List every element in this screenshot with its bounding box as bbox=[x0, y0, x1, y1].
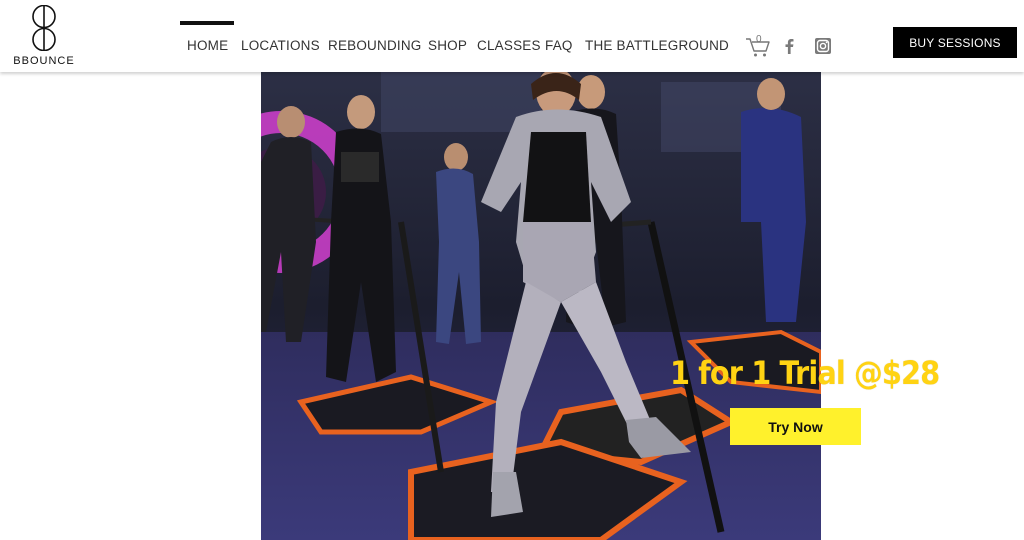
nav-item-locations[interactable]: LOCATIONS bbox=[241, 38, 320, 53]
nav-item-the-battleground[interactable]: THE BATTLEGROUND bbox=[585, 38, 729, 53]
instagram-icon[interactable] bbox=[815, 38, 831, 54]
promo-headline: 1 for 1 Trial @$28 bbox=[670, 354, 940, 392]
facebook-icon[interactable] bbox=[782, 38, 796, 54]
site-header: BBOUNCE HOME LOCATIONS REBOUNDING SHOP C… bbox=[0, 0, 1024, 72]
active-nav-indicator bbox=[180, 21, 234, 25]
nav-item-faq[interactable]: FAQ bbox=[545, 38, 573, 53]
nav-item-classes[interactable]: CLASSES bbox=[477, 38, 541, 53]
try-now-button[interactable]: Try Now bbox=[730, 408, 861, 445]
fitness-class-photo bbox=[261, 72, 821, 540]
nav-item-shop[interactable]: SHOP bbox=[428, 38, 467, 53]
brand-name: BBOUNCE bbox=[13, 55, 75, 67]
buy-sessions-button[interactable]: BUY SESSIONS bbox=[893, 27, 1017, 58]
brand-logo-icon bbox=[32, 5, 56, 51]
nav-item-rebounding[interactable]: REBOUNDING bbox=[328, 38, 422, 53]
cart-count: 0 bbox=[756, 34, 762, 45]
cart-button[interactable]: 0 bbox=[745, 34, 771, 58]
brand-logo[interactable]: BBOUNCE bbox=[12, 5, 76, 69]
nav-item-home[interactable]: HOME bbox=[187, 38, 228, 53]
hero-image bbox=[261, 72, 821, 540]
